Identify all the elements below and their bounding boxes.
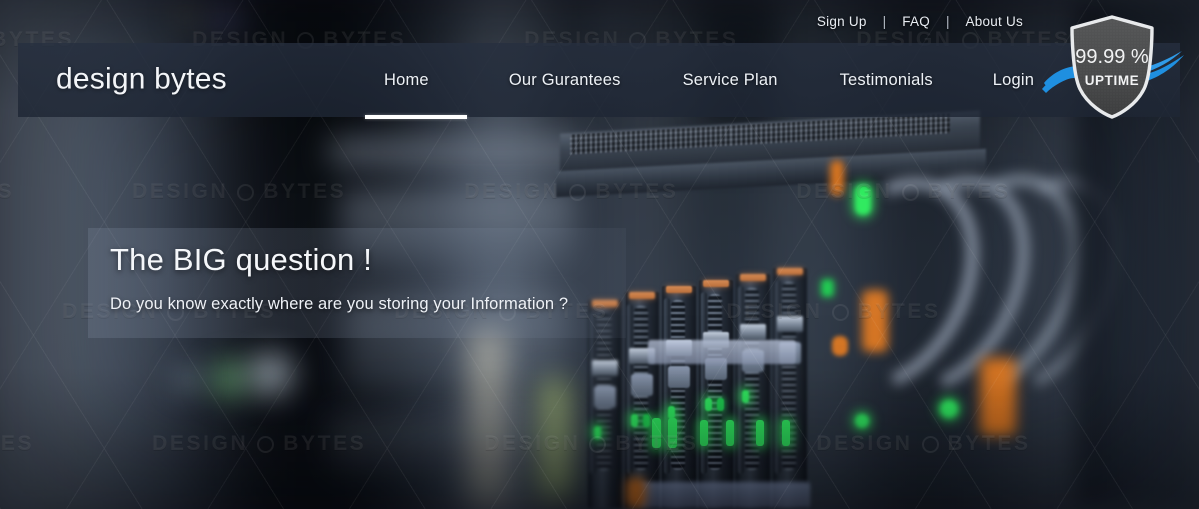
- hero-subtitle: Do you know exactly where are you storin…: [110, 295, 569, 313]
- status-led-green: [756, 420, 764, 446]
- blade-connector: [740, 324, 766, 340]
- top-utility-bar: Sign Up | FAQ | About Us: [0, 0, 1199, 43]
- status-led-green: [594, 426, 601, 439]
- blade-rail-edge: [738, 286, 744, 474]
- blade-tab: [594, 386, 616, 408]
- rack-handle-orange: [626, 478, 646, 508]
- nav-active-indicator: [365, 115, 467, 119]
- faq-link[interactable]: FAQ: [902, 14, 930, 29]
- nav-item-home[interactable]: Home: [384, 71, 429, 90]
- blade-rail-edge: [775, 280, 781, 474]
- blade-tab: [668, 366, 690, 388]
- topbar-separator: |: [882, 14, 887, 29]
- blade-connector: [592, 360, 618, 376]
- blade-connector: [777, 316, 803, 332]
- server-blade: [699, 280, 733, 508]
- blade-rail: [708, 294, 722, 470]
- blade-tab: [631, 374, 653, 396]
- nav-item-service-plan[interactable]: Service Plan: [683, 71, 778, 90]
- blade-latch: [629, 292, 655, 299]
- shield-icon: 99.99 % UPTIME: [1070, 15, 1154, 119]
- blade-latch: [740, 274, 766, 281]
- nav-item-our-gurantees[interactable]: Our Gurantees: [509, 71, 621, 90]
- nav-item-testimonials[interactable]: Testimonials: [840, 71, 933, 90]
- server-blade: [736, 274, 770, 508]
- site-logo[interactable]: design bytes: [56, 64, 227, 94]
- uptime-badge: 99.99 % UPTIME: [1040, 15, 1188, 120]
- about-us-link[interactable]: About Us: [965, 14, 1023, 29]
- background-bokeh-light: [176, 368, 200, 392]
- server-blade: [662, 286, 696, 508]
- blade-latch: [666, 286, 692, 293]
- background-shelf: [470, 330, 506, 505]
- rack-handle-orange: [862, 290, 888, 352]
- server-blade: [773, 268, 807, 508]
- status-led-green: [940, 400, 958, 418]
- server-blade: [625, 292, 659, 508]
- status-led-green: [652, 418, 661, 448]
- nav-item-login[interactable]: Login: [993, 71, 1034, 90]
- topbar-separator: |: [945, 14, 950, 29]
- status-led-green: [742, 390, 749, 403]
- rack-handle-orange: [830, 160, 844, 196]
- uptime-caption: UPTIME: [1085, 73, 1140, 88]
- background-bokeh-light: [540, 380, 570, 500]
- status-led-green: [668, 418, 677, 448]
- rack-handle-orange: [980, 358, 1016, 436]
- background-shelf: [330, 140, 580, 166]
- blade-latch: [777, 268, 803, 275]
- status-led-green: [726, 420, 734, 446]
- status-led-green: [643, 414, 650, 427]
- status-led-green: [705, 398, 712, 411]
- hero-panel: The BIG question ! Do you know exactly w…: [88, 228, 626, 338]
- status-led-green: [822, 280, 833, 296]
- uptime-value: 99.99 %: [1075, 46, 1149, 68]
- background-bokeh-light: [210, 360, 250, 400]
- background-bokeh-light: [248, 352, 294, 398]
- status-led-green: [855, 185, 871, 215]
- status-led-green: [782, 420, 790, 446]
- rack-handle-orange: [832, 336, 848, 356]
- sign-up-link[interactable]: Sign Up: [817, 14, 867, 29]
- main-navigation-bar: design bytes Home Our Gurantees Service …: [18, 43, 1180, 117]
- blade-rail-edge: [701, 292, 707, 474]
- rack-connector-strip: [640, 482, 810, 508]
- nav-links: Home Our Gurantees Service Plan Testimon…: [368, 43, 1034, 117]
- status-led-green: [717, 398, 724, 411]
- rack-connector-strip: [648, 340, 796, 364]
- page-root: DESIGNBYTES DESIGNBYTES DESIGNBYTES DESI…: [0, 0, 1199, 509]
- status-led-green: [700, 420, 708, 446]
- hero-title: The BIG question !: [110, 242, 373, 277]
- blade-latch: [703, 280, 729, 287]
- status-led-green: [631, 414, 638, 427]
